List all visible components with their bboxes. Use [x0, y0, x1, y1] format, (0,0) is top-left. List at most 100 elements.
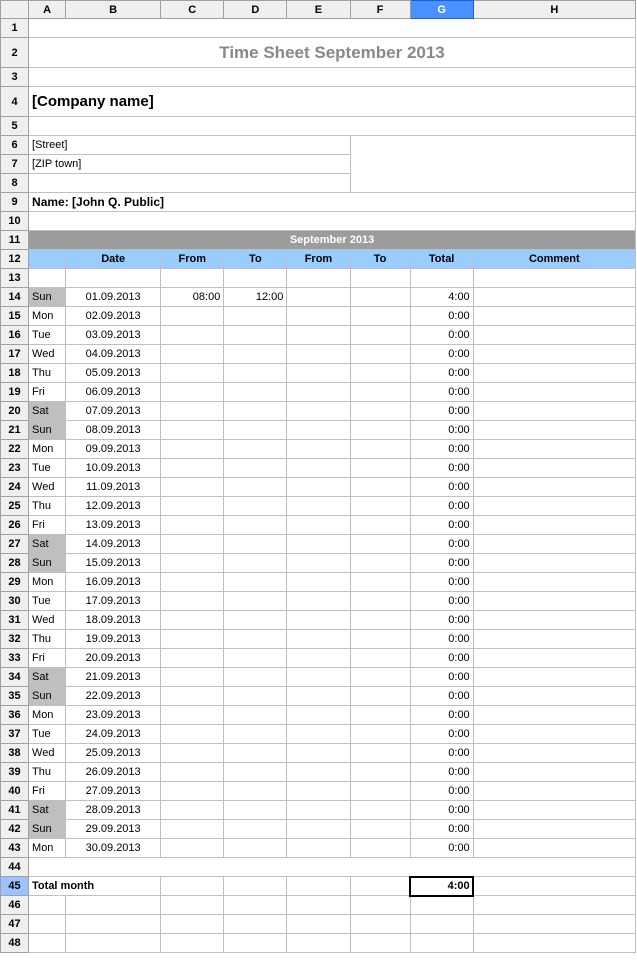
row-27[interactable]: 27: [1, 535, 29, 554]
to2-cell[interactable]: [350, 459, 410, 478]
cell[interactable]: [287, 934, 350, 953]
from2-cell[interactable]: [287, 345, 350, 364]
total-cell[interactable]: 0:00: [410, 725, 473, 744]
total-cell[interactable]: 0:00: [410, 478, 473, 497]
from1-cell[interactable]: [161, 706, 224, 725]
to2-cell[interactable]: [350, 611, 410, 630]
from1-cell[interactable]: [161, 763, 224, 782]
from2-cell[interactable]: [287, 706, 350, 725]
day-name[interactable]: Sat: [29, 668, 66, 687]
to1-cell[interactable]: [224, 592, 287, 611]
to1-cell[interactable]: [224, 687, 287, 706]
cell[interactable]: [473, 877, 635, 896]
row-40[interactable]: 40: [1, 782, 29, 801]
day-name[interactable]: Fri: [29, 516, 66, 535]
row-16[interactable]: 16: [1, 326, 29, 345]
day-name[interactable]: Sun: [29, 820, 66, 839]
date-cell[interactable]: 22.09.2013: [66, 687, 161, 706]
cell[interactable]: [287, 915, 350, 934]
hdr-day[interactable]: [29, 250, 66, 269]
to1-cell[interactable]: [224, 763, 287, 782]
day-name[interactable]: Fri: [29, 649, 66, 668]
cell[interactable]: [473, 915, 635, 934]
from1-cell[interactable]: [161, 611, 224, 630]
from1-cell[interactable]: [161, 668, 224, 687]
to1-cell[interactable]: [224, 307, 287, 326]
cell[interactable]: [29, 19, 636, 38]
date-cell[interactable]: 02.09.2013: [66, 307, 161, 326]
comment-cell[interactable]: [473, 668, 635, 687]
cell[interactable]: [410, 915, 473, 934]
to1-cell[interactable]: [224, 516, 287, 535]
person-name[interactable]: Name: [John Q. Public]: [29, 193, 636, 212]
cell[interactable]: [350, 915, 410, 934]
comment-cell[interactable]: [473, 440, 635, 459]
comment-cell[interactable]: [473, 459, 635, 478]
date-cell[interactable]: 04.09.2013: [66, 345, 161, 364]
day-name[interactable]: Fri: [29, 383, 66, 402]
total-cell[interactable]: 0:00: [410, 364, 473, 383]
select-all-corner[interactable]: [1, 1, 29, 19]
to1-cell[interactable]: [224, 630, 287, 649]
total-cell[interactable]: 0:00: [410, 668, 473, 687]
comment-cell[interactable]: [473, 706, 635, 725]
month-bar[interactable]: September 2013: [29, 231, 636, 250]
day-name[interactable]: Fri: [29, 782, 66, 801]
cell[interactable]: [224, 915, 287, 934]
to2-cell[interactable]: [350, 592, 410, 611]
total-month-label[interactable]: Total month: [29, 877, 161, 896]
to1-cell[interactable]: [224, 440, 287, 459]
row-14[interactable]: 14: [1, 288, 29, 307]
from1-cell[interactable]: [161, 440, 224, 459]
row-41[interactable]: 41: [1, 801, 29, 820]
to2-cell[interactable]: [350, 440, 410, 459]
row-9[interactable]: 9: [1, 193, 29, 212]
to2-cell[interactable]: [350, 478, 410, 497]
date-cell[interactable]: 08.09.2013: [66, 421, 161, 440]
from2-cell[interactable]: [287, 307, 350, 326]
total-cell[interactable]: 0:00: [410, 801, 473, 820]
comment-cell[interactable]: [473, 592, 635, 611]
from2-cell[interactable]: [287, 554, 350, 573]
street[interactable]: [Street]: [29, 136, 350, 155]
to1-cell[interactable]: [224, 649, 287, 668]
cell[interactable]: [287, 896, 350, 915]
comment-cell[interactable]: [473, 326, 635, 345]
from2-cell[interactable]: [287, 668, 350, 687]
total-cell[interactable]: 0:00: [410, 706, 473, 725]
comment-cell[interactable]: [473, 782, 635, 801]
from1-cell[interactable]: [161, 402, 224, 421]
cell[interactable]: [29, 117, 636, 136]
date-cell[interactable]: 06.09.2013: [66, 383, 161, 402]
to1-cell[interactable]: [224, 535, 287, 554]
from1-cell[interactable]: [161, 554, 224, 573]
from2-cell[interactable]: [287, 516, 350, 535]
date-cell[interactable]: 09.09.2013: [66, 440, 161, 459]
to2-cell[interactable]: [350, 801, 410, 820]
to2-cell[interactable]: [350, 630, 410, 649]
to2-cell[interactable]: [350, 763, 410, 782]
day-name[interactable]: Wed: [29, 744, 66, 763]
total-cell[interactable]: 0:00: [410, 839, 473, 858]
to2-cell[interactable]: [350, 516, 410, 535]
col-C[interactable]: C: [161, 1, 224, 19]
row-4[interactable]: 4: [1, 87, 29, 117]
cell[interactable]: [350, 877, 410, 896]
comment-cell[interactable]: [473, 573, 635, 592]
comment-cell[interactable]: [473, 630, 635, 649]
from2-cell[interactable]: [287, 573, 350, 592]
row-3[interactable]: 3: [1, 68, 29, 87]
cell[interactable]: [161, 915, 224, 934]
row-30[interactable]: 30: [1, 592, 29, 611]
total-cell[interactable]: 0:00: [410, 459, 473, 478]
date-cell[interactable]: 17.09.2013: [66, 592, 161, 611]
from1-cell[interactable]: [161, 326, 224, 345]
row-21[interactable]: 21: [1, 421, 29, 440]
to1-cell[interactable]: [224, 706, 287, 725]
from2-cell[interactable]: [287, 383, 350, 402]
day-name[interactable]: Sun: [29, 288, 66, 307]
cell[interactable]: [224, 877, 287, 896]
from2-cell[interactable]: [287, 744, 350, 763]
day-name[interactable]: Tue: [29, 459, 66, 478]
row-38[interactable]: 38: [1, 744, 29, 763]
